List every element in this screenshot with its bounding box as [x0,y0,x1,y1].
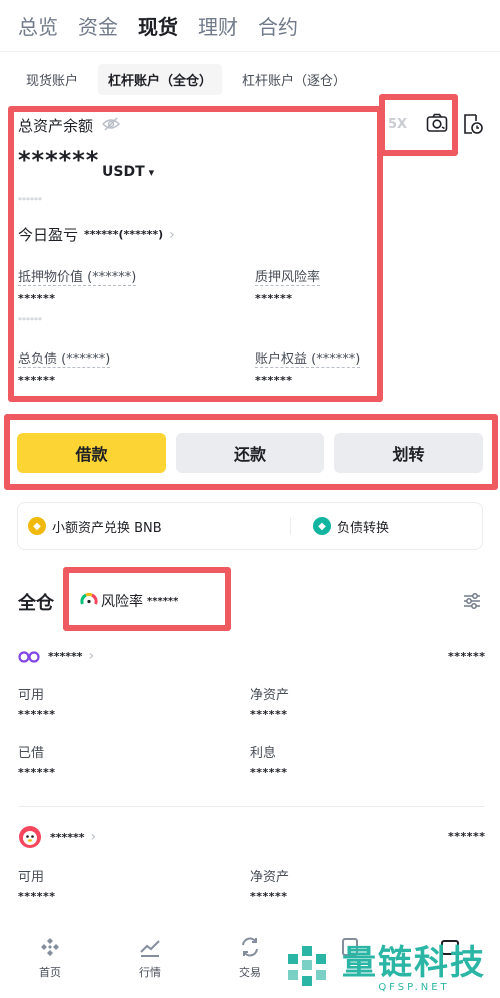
subtab-isolated-margin[interactable]: 杠杆账户（逐仓） [232,64,356,95]
currency-selector[interactable]: USDT ▾ [102,164,154,180]
total-debt-label[interactable]: 总负债 (******) [18,348,111,368]
tab-overview[interactable]: 总览 [18,11,58,40]
hide-balance-icon[interactable] [102,116,120,131]
collateral-value: ****** [18,292,56,305]
net-asset-value: ****** [250,890,288,903]
collateral-value-label[interactable]: 抵押物价值 (******) [18,266,137,286]
debt-transfer-label: 负债转换 [337,520,390,536]
asset-amount: ****** [448,650,486,663]
markets-icon [139,936,161,958]
quick-divider [290,517,291,535]
asset-row-header[interactable]: ****** › [18,825,96,849]
collateral-sub-value: ****** [18,316,42,325]
today-pnl-label: 今日盈亏 [18,226,79,244]
tab-earn[interactable]: 理财 [198,11,238,40]
small-asset-convert-label: 小额资产兑换 BNB [52,520,162,536]
transfer-button[interactable]: 划转 [334,433,483,473]
today-pnl-row[interactable]: 今日盈亏 ******(******) › [18,224,175,245]
leverage-badge: 5X [388,117,408,132]
currency-label: USDT [102,164,145,180]
margin-risk-label[interactable]: 质押风险率 [255,266,321,286]
trade-icon [239,936,261,958]
asset-row-header[interactable]: ****** › [18,648,94,664]
borrowed-value: ****** [18,766,56,779]
coin-icon [18,649,40,663]
available-label: 可用 [18,688,45,703]
borrowed-label: 已借 [18,746,45,761]
total-balance-value: ****** [18,146,100,174]
nav-home-label: 首页 [39,966,61,979]
tab-funding[interactable]: 资金 [78,11,118,40]
asset-name: ****** [50,830,85,844]
cross-title: 全仓 [18,593,54,614]
balance-sub-value: ****** [18,196,42,205]
chevron-right-icon: › [90,829,97,845]
asset-divider [18,806,484,807]
tab-futures[interactable]: 合约 [258,11,298,40]
bnb-icon: ◆ [28,517,46,535]
watermark-subtitle: QFSP.NET [378,981,450,993]
available-label: 可用 [18,870,45,885]
chevron-down-icon: ▾ [148,165,155,179]
asset-amount: ****** [448,830,486,843]
subtab-cross-margin[interactable]: 杠杆账户（全仓） [98,63,223,95]
risk-rate-label: 风险率 [101,594,143,610]
asset-name: ****** [48,649,83,663]
history-icon[interactable] [462,113,484,135]
today-pnl-value: ******(******) [84,228,164,241]
top-tabs: 总览 资金 现货 理财 合约 [0,0,500,52]
account-equity-value: ****** [255,374,293,387]
nav-markets-label: 行情 [139,966,161,979]
coin-icon [18,825,42,849]
total-debt-value: ****** [18,374,56,387]
diamond-icon: ◆ [313,517,331,535]
tab-spot[interactable]: 现货 [138,11,178,40]
total-balance-title: 总资产余额 [18,117,94,135]
watermark-title: 量链科技 [342,942,486,983]
watermark-logo-icon [282,940,338,996]
interest-label: 利息 [250,746,277,761]
margin-risk-value: ****** [255,292,293,305]
risk-rate-value: ****** [147,595,179,607]
borrow-button[interactable]: 借款 [17,433,166,473]
small-asset-convert-button[interactable]: ◆ 小额资产兑换 BNB [28,517,290,536]
nav-home[interactable]: 首页 [0,920,100,998]
camera-switch-icon[interactable] [426,113,448,133]
net-asset-label: 净资产 [250,870,290,885]
watermark: 量链科技 QFSP.NET [282,938,500,998]
nav-trade-label: 交易 [239,966,261,979]
available-value: ****** [18,708,56,721]
subtab-spot-account[interactable]: 现货账户 [16,64,88,95]
interest-value: ****** [250,766,288,779]
available-value: ****** [18,890,56,903]
repay-button[interactable]: 还款 [176,433,324,473]
chevron-right-icon: › [88,648,95,664]
home-icon [39,936,61,958]
filter-icon[interactable] [462,591,482,611]
net-asset-label: 净资产 [250,688,290,703]
quick-actions-bar: ◆ 小额资产兑换 BNB ◆ 负债转换 [17,502,483,550]
risk-rate-indicator[interactable]: 风险率 ****** [80,591,178,611]
chevron-right-icon: › [169,226,175,243]
nav-markets[interactable]: 行情 [100,920,200,998]
debt-transfer-button[interactable]: ◆ 负债转换 [313,517,389,536]
account-equity-label[interactable]: 账户权益 (******) [255,348,361,368]
net-asset-value: ****** [250,708,288,721]
risk-gauge-icon [80,592,98,610]
account-subtabs: 现货账户 杠杆账户（全仓） 杠杆账户（逐仓） [0,63,500,95]
